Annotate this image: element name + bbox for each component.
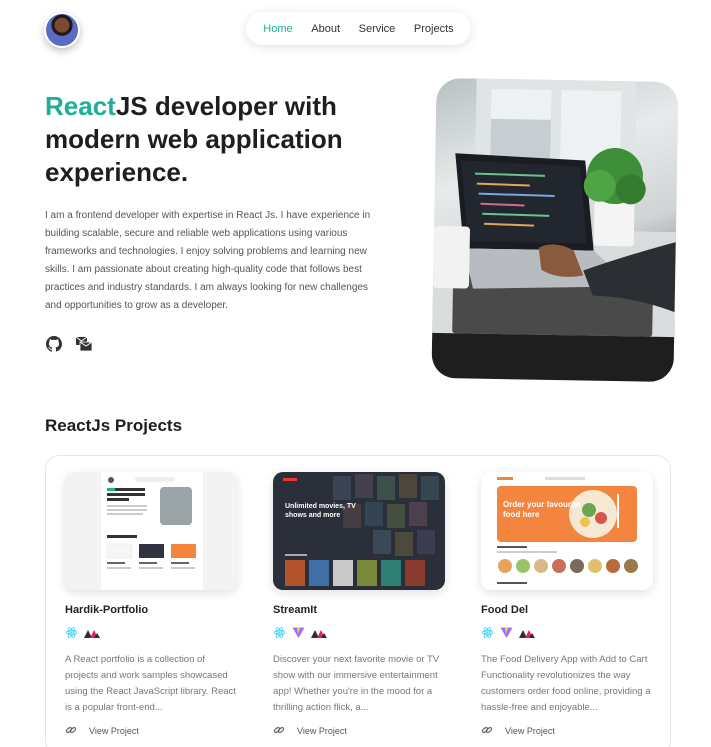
food-hero-heading: Order your favourite food here bbox=[503, 500, 581, 519]
redux-icon bbox=[84, 626, 100, 644]
view-project-link[interactable]: View Project bbox=[65, 724, 237, 738]
project-description: The Food Delivery App with Add to Cart F… bbox=[481, 654, 651, 713]
react-icon bbox=[481, 626, 494, 644]
tech-stack bbox=[65, 626, 237, 644]
social-links bbox=[45, 335, 93, 353]
react-icon bbox=[273, 626, 286, 644]
link-icon bbox=[273, 724, 285, 738]
project-description: Discover your next favorite movie or TV … bbox=[273, 654, 440, 713]
project-title: Hardik-Portfolio bbox=[65, 604, 149, 616]
projects-container: Hardik-Portfolio A React portfolio is a … bbox=[45, 455, 671, 747]
avatar[interactable] bbox=[44, 12, 80, 48]
hero-description: I am a frontend developer with expertise… bbox=[45, 210, 371, 311]
tech-stack bbox=[273, 626, 445, 644]
email-icon[interactable] bbox=[75, 335, 93, 353]
tech-stack bbox=[481, 626, 653, 644]
hero-title: ReactJS developer with modern web applic… bbox=[45, 90, 375, 189]
nav-home[interactable]: Home bbox=[263, 23, 292, 35]
view-project-label: View Project bbox=[505, 726, 555, 736]
link-icon bbox=[481, 724, 493, 738]
view-project-link[interactable]: View Project bbox=[481, 724, 653, 738]
redux-icon bbox=[311, 626, 327, 644]
redux-icon bbox=[519, 626, 535, 644]
nav-about[interactable]: About bbox=[311, 23, 340, 35]
project-card-food-del[interactable]: Order your favourite food here Food Del … bbox=[481, 472, 653, 738]
project-card-streamit[interactable]: Unlimited movies, TV shows and more Stre… bbox=[273, 472, 445, 738]
view-project-label: View Project bbox=[89, 726, 139, 736]
project-title: StreamIt bbox=[273, 604, 318, 616]
link-icon bbox=[65, 724, 77, 738]
project-card-hardik-portfolio[interactable]: Hardik-Portfolio A React portfolio is a … bbox=[65, 472, 237, 738]
hero-image bbox=[431, 77, 679, 383]
top-nav: Home About Service Projects bbox=[246, 12, 471, 45]
view-project-label: View Project bbox=[297, 726, 347, 736]
github-icon[interactable] bbox=[45, 335, 63, 353]
vite-icon bbox=[500, 626, 513, 644]
view-project-link[interactable]: View Project bbox=[273, 724, 445, 738]
project-thumbnail[interactable]: Unlimited movies, TV shows and more bbox=[273, 472, 445, 590]
nav-projects[interactable]: Projects bbox=[414, 23, 454, 35]
vite-icon bbox=[292, 626, 305, 644]
project-title: Food Del bbox=[481, 604, 529, 616]
project-description: A React portfolio is a collection of pro… bbox=[65, 654, 236, 713]
hero-title-accent: React bbox=[45, 91, 116, 121]
project-thumbnail[interactable]: Order your favourite food here bbox=[481, 472, 653, 590]
projects-section-title: ReactJs Projects bbox=[45, 416, 183, 435]
project-thumbnail[interactable] bbox=[65, 472, 237, 590]
nav-service[interactable]: Service bbox=[359, 23, 396, 35]
react-icon bbox=[65, 626, 78, 644]
